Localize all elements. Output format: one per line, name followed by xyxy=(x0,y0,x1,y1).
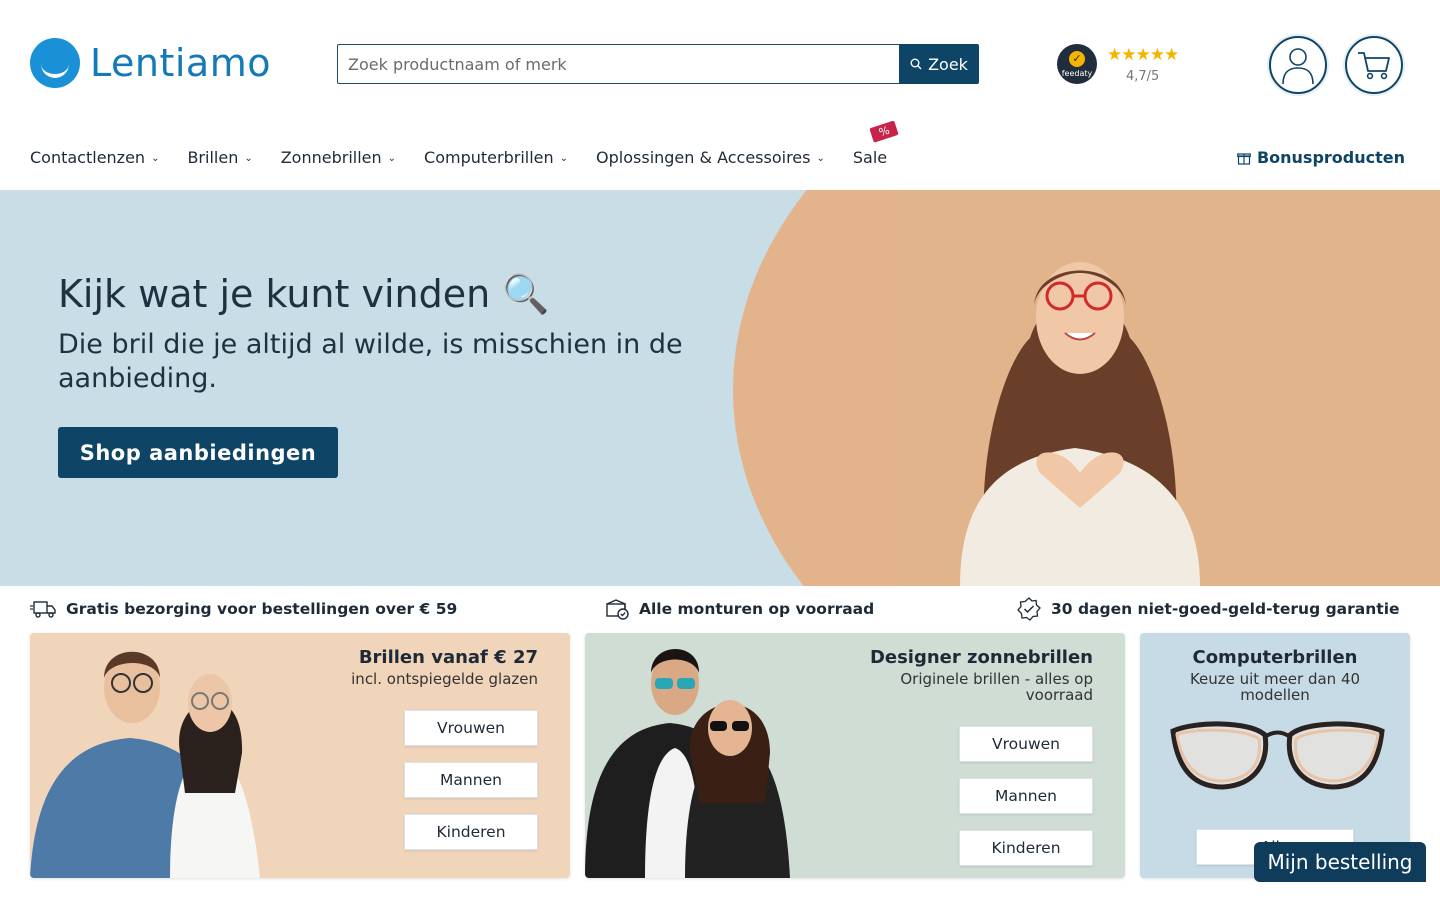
kids-button[interactable]: Kinderen xyxy=(404,814,538,850)
nav-item-contactlenzen[interactable]: Contactlenzen ⌄ xyxy=(30,148,159,167)
card-sunglasses[interactable]: Designer zonnebrillen Originele brillen … xyxy=(585,633,1125,878)
rating-stars: ★★★★★ xyxy=(1107,44,1179,65)
chevron-down-icon: ⌄ xyxy=(816,153,825,164)
main-nav: Contactlenzen ⌄ Brillen ⌄ Zonnebrillen ⌄ Co… xyxy=(30,120,915,167)
usp-in-stock: Alle monturen op voorraad xyxy=(605,598,874,620)
gift-icon xyxy=(1237,152,1251,165)
feedaty-badge-text: feedaty xyxy=(1061,68,1093,78)
search-input[interactable] xyxy=(337,44,899,84)
card-title: Designer zonnebrillen xyxy=(869,647,1093,668)
bonus-label: Bonusproducten xyxy=(1256,148,1405,167)
usp-bar: Gratis bezorging voor bestellingen over … xyxy=(0,586,1440,632)
hero-woman-image xyxy=(960,262,1200,586)
cart-button[interactable] xyxy=(1343,34,1405,96)
account-button[interactable] xyxy=(1267,34,1329,96)
hero-subtitle: Die bril die je altijd al wilde, is miss… xyxy=(58,329,683,394)
computer-glasses-image xyxy=(1170,721,1385,790)
card-title: Brillen vanaf € 27 xyxy=(358,647,538,668)
card-subtitle: Originele brillen - alles op voorraad xyxy=(900,670,1093,704)
card-sunglasses-image xyxy=(585,649,790,878)
checkmark-icon: ✓ xyxy=(1069,50,1085,67)
rating-info: ★★★★★ 4,7/5 xyxy=(1107,44,1179,84)
nav-item-sale[interactable]: % Sale xyxy=(852,120,899,167)
hero-banner: Kijk wat je kunt vinden 🔍 Die bril die j… xyxy=(0,190,1440,586)
feedaty-rating[interactable]: ✓ feedaty ★★★★★ 4,7/5 xyxy=(1057,44,1179,84)
search-icon xyxy=(910,58,922,70)
bonus-products-link[interactable]: Bonusproducten xyxy=(1237,148,1405,167)
usp-free-delivery: Gratis bezorging voor bestellingen over … xyxy=(30,600,457,618)
chevron-down-icon: ⌄ xyxy=(244,153,253,164)
usp-text: Alle monturen op voorraad xyxy=(639,600,875,618)
cart-icon xyxy=(1358,52,1390,80)
nav-item-oplossingen[interactable]: Oplossingen & Accessoires ⌄ xyxy=(596,148,825,167)
user-icon xyxy=(1282,48,1314,85)
card-glasses-image xyxy=(30,651,260,878)
nav-item-brillen[interactable]: Brillen ⌄ xyxy=(187,148,252,167)
card-subtitle: incl. ontspiegelde glazen xyxy=(351,670,538,688)
men-button[interactable]: Mannen xyxy=(959,778,1093,814)
nav-label: Computerbrillen xyxy=(424,148,554,167)
search-bar: Zoek xyxy=(337,44,979,84)
logo-mark-icon xyxy=(30,38,80,88)
usp-guarantee: 30 dagen niet-goed-geld-terug garantie xyxy=(1017,597,1400,621)
nav-label: Brillen xyxy=(187,148,239,167)
truck-icon xyxy=(30,601,56,618)
card-subtitle: Keuze uit meer dan 40 modellen xyxy=(1189,670,1361,704)
category-cards: Brillen vanaf € 27 incl. ontspiegelde gl… xyxy=(30,633,1410,878)
men-button[interactable]: Mannen xyxy=(404,762,538,798)
usp-text: 30 dagen niet-goed-geld-terug garantie xyxy=(1051,600,1400,618)
nav-label: Zonnebrillen xyxy=(280,148,382,167)
usp-text: Gratis bezorging voor bestellingen over … xyxy=(66,600,458,618)
shop-deals-button[interactable]: Shop aanbiedingen xyxy=(58,427,338,478)
women-button[interactable]: Vrouwen xyxy=(959,726,1093,762)
logo[interactable]: Lentiamo xyxy=(30,38,271,88)
women-button[interactable]: Vrouwen xyxy=(404,710,538,746)
card-glasses[interactable]: Brillen vanaf € 27 incl. ontspiegelde gl… xyxy=(30,633,570,878)
kids-button[interactable]: Kinderen xyxy=(959,830,1093,866)
nav-item-computerbrillen[interactable]: Computerbrillen ⌄ xyxy=(424,148,568,167)
nav-label: Oplossingen & Accessoires xyxy=(596,148,811,167)
card-title: Computerbrillen xyxy=(1192,647,1358,668)
nav-item-zonnebrillen[interactable]: Zonnebrillen ⌄ xyxy=(281,148,396,167)
chevron-down-icon: ⌄ xyxy=(559,153,569,164)
stock-box-icon xyxy=(606,599,629,620)
chevron-down-icon: ⌄ xyxy=(151,153,160,164)
logo-text: Lentiamo xyxy=(90,41,271,85)
search-button-label: Zoek xyxy=(928,54,968,74)
nav-label: Sale xyxy=(852,148,888,167)
guarantee-seal-icon xyxy=(1017,597,1041,621)
sale-badge: % xyxy=(869,120,899,143)
chevron-down-icon: ⌄ xyxy=(387,153,397,164)
search-button[interactable]: Zoek xyxy=(899,44,979,84)
nav-label: Contactlenzen xyxy=(30,148,146,167)
feedaty-badge: ✓ feedaty xyxy=(1057,44,1097,84)
rating-score: 4,7/5 xyxy=(1125,68,1160,84)
site-header: Lentiamo Zoek ✓ feedaty ★★★★★ 4,7/5 Cont… xyxy=(0,0,1440,190)
hero-title: Kijk wat je kunt vinden 🔍 xyxy=(58,272,550,316)
my-order-button[interactable]: Mijn bestelling xyxy=(1254,842,1426,882)
